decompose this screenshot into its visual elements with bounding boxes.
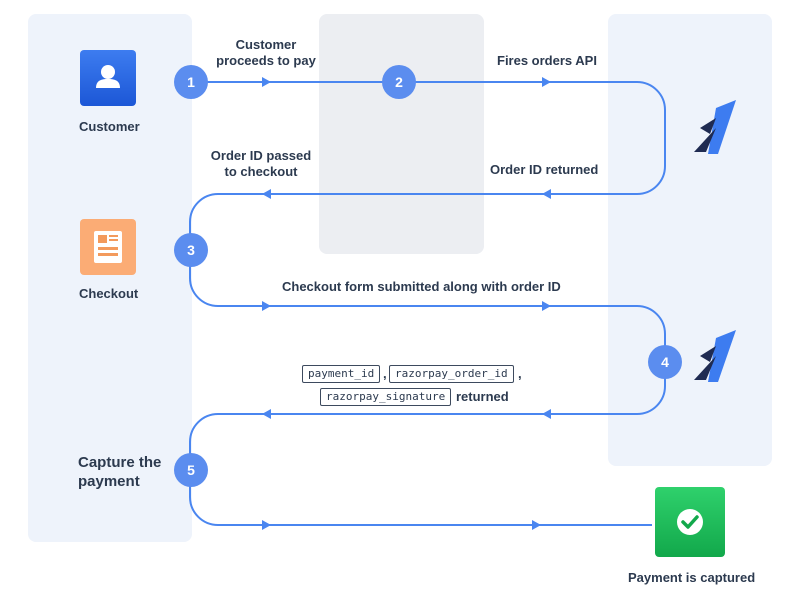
arrow-head-7 (542, 409, 551, 419)
user-icon (80, 50, 136, 106)
order-id-returned-label: Order ID returned (490, 162, 599, 177)
arrow-head-4 (262, 189, 271, 199)
checkmark-icon (655, 487, 725, 557)
customer-proceeds-label: Customer proceeds to pay (216, 37, 316, 68)
step-5: 5 (174, 453, 208, 487)
arrow-head-2 (542, 77, 551, 87)
step-5-label: 5 (187, 462, 195, 478)
step-1: 1 (174, 65, 208, 99)
comma-separator: , (518, 366, 522, 381)
customer-label: Customer (79, 119, 140, 134)
arrow-head-9 (262, 520, 271, 530)
razorpay-logo-icon (694, 100, 736, 154)
step-2-label: 2 (395, 74, 403, 90)
step-4: 4 (648, 345, 682, 379)
payment-id-param: payment_id (302, 365, 381, 383)
checkout-label: Checkout (79, 286, 139, 301)
signature-param: razorpay_signature (320, 388, 452, 406)
arrow-head-5 (262, 301, 271, 311)
arrow-head-1 (262, 77, 271, 87)
razorpay-logo-icon (694, 330, 736, 382)
fires-orders-api-label: Fires orders API (497, 53, 597, 68)
payment-captured-label: Payment is captured (628, 570, 756, 585)
step-3-label: 3 (187, 242, 195, 258)
order-id-passed-label: Order ID passed to checkout (210, 148, 312, 179)
returned-label: returned (456, 389, 509, 404)
step-1-label: 1 (187, 74, 195, 90)
step-2: 2 (382, 65, 416, 99)
arrow-head-3 (542, 189, 551, 199)
document-icon (80, 219, 136, 275)
capture-payment-label: Capture the payment (78, 454, 162, 490)
arrow-head-10 (532, 520, 541, 530)
arrow-head-6 (542, 301, 551, 311)
comma-separator: , (383, 366, 387, 381)
step-3: 3 (174, 233, 208, 267)
checkout-submitted-label: Checkout form submitted along with order… (282, 279, 561, 294)
step-4-label: 4 (661, 354, 669, 370)
arrow-head-8 (262, 409, 271, 419)
order-id-param: razorpay_order_id (389, 365, 514, 383)
